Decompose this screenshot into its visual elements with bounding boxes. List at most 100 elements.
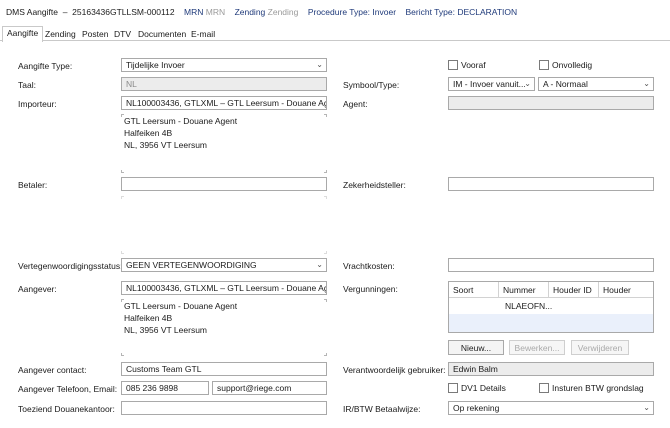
tab-dtv[interactable]: DTV xyxy=(109,27,136,41)
aangever-contact-label: Aangever contact: xyxy=(18,365,87,375)
toeziend-label: Toeziend Douanekantoor: xyxy=(18,404,115,414)
corner-mark xyxy=(324,299,327,302)
agent-field[interactable] xyxy=(448,96,654,110)
vrachtkosten-label: Vrachtkosten: xyxy=(343,261,395,271)
corner-mark xyxy=(121,251,124,254)
irbtw-value: Op rekening xyxy=(453,403,500,413)
address-line: Halfeiken 4B xyxy=(124,128,173,138)
aangever-contact-field[interactable]: Customs Team GTL xyxy=(121,362,327,376)
vooraf-label: Vooraf xyxy=(461,60,486,70)
chevron-down-icon: ⌄ xyxy=(643,403,650,412)
vertegenwoordiging-value: GEEN VERTEGENWOORDIGING xyxy=(126,260,257,270)
corner-mark xyxy=(324,251,327,254)
btw-grondslag-checkbox[interactable] xyxy=(539,383,549,393)
corner-mark xyxy=(324,196,327,199)
aangifte-type-label: Aangifte Type: xyxy=(18,61,73,71)
zekerheidsteller-field[interactable] xyxy=(448,177,654,191)
tab-bar: Aangifte Zending Posten DTV Documenten E… xyxy=(0,25,670,42)
type-select[interactable]: A - Normaal ⌄ xyxy=(538,77,654,91)
table-row[interactable]: NLAEOFN... xyxy=(449,298,653,313)
corner-mark xyxy=(121,196,124,199)
address-line: GTL Leersum - Douane Agent xyxy=(124,301,238,311)
verantwoordelijk-field[interactable]: Edwin Balm xyxy=(448,362,654,376)
mrn-value: MRN xyxy=(205,7,226,17)
bericht-type-value: DECLARATION xyxy=(457,7,518,17)
taal-field[interactable]: NL xyxy=(121,77,327,91)
betaler-address-block xyxy=(121,196,327,254)
taal-label: Taal: xyxy=(18,80,36,90)
telefoon-field[interactable]: 085 236 9898 xyxy=(121,381,209,395)
tab-zending[interactable]: Zending xyxy=(40,27,81,41)
aangever-label: Aangever: xyxy=(18,284,57,294)
importeur-label: Importeur: xyxy=(18,99,57,109)
aangifte-type-value: Tijdelijke Invoer xyxy=(126,60,185,70)
vrachtkosten-field[interactable] xyxy=(448,258,654,272)
chevron-down-icon: ⌄ xyxy=(316,60,323,69)
corner-mark xyxy=(121,299,124,302)
corner-mark xyxy=(121,353,124,356)
chevron-down-icon: ⌄ xyxy=(524,79,531,88)
column-header-nummer[interactable]: Nummer xyxy=(499,282,549,297)
procedure-type-value: Invoer xyxy=(372,7,397,17)
chevron-down-icon: ⌄ xyxy=(316,260,323,269)
symbool-select[interactable]: IM - Invoer vanuit... ⌄ xyxy=(448,77,535,91)
aangever-address-block: GTL Leersum - Douane Agent Halfeiken 4B … xyxy=(121,299,327,356)
corner-mark xyxy=(324,114,327,117)
zending-value: Zending xyxy=(267,7,299,17)
address-line: NL, 3956 VT Leersum xyxy=(124,140,207,150)
tab-email[interactable]: E-mail xyxy=(186,27,220,41)
tab-aangifte[interactable]: Aangifte xyxy=(2,26,44,42)
corner-mark xyxy=(121,114,124,117)
irbtw-select[interactable]: Op rekening ⌄ xyxy=(448,401,654,415)
type-value: A - Normaal xyxy=(543,79,588,89)
betaler-field[interactable] xyxy=(121,177,327,191)
app-title: DMS Aangifte xyxy=(6,7,58,17)
zekerheidsteller-label: Zekerheidsteller: xyxy=(343,180,406,190)
vergunningen-label: Vergunningen: xyxy=(343,284,398,294)
betaler-label: Betaler: xyxy=(18,180,48,190)
btw-grondslag-label: Insturen BTW grondslag xyxy=(552,383,644,393)
column-header-houder[interactable]: Houder xyxy=(599,282,653,297)
toeziend-field[interactable] xyxy=(121,401,327,415)
vooraf-checkbox[interactable] xyxy=(448,60,458,70)
aangever-field[interactable]: NL100003436, GTLXML – GTL Leersum - Doua… xyxy=(121,281,327,295)
vertegenwoordiging-select[interactable]: GEEN VERTEGENWOORDIGING ⌄ xyxy=(121,258,327,272)
symbool-type-label: Symbool/Type: xyxy=(343,80,400,90)
column-header-soort[interactable]: Soort xyxy=(449,282,499,297)
importeur-address-block: GTL Leersum - Douane Agent Halfeiken 4B … xyxy=(121,114,327,173)
dossier-number: 25163436GTLLSM-000112 xyxy=(72,7,175,17)
bericht-type-label: Bericht Type: xyxy=(405,7,455,17)
table-cell: NLAEOFN... xyxy=(505,301,553,311)
dv1-details-checkbox[interactable] xyxy=(448,383,458,393)
nieuw-button[interactable]: Nieuw... xyxy=(448,340,504,355)
dv1-details-label: DV1 Details xyxy=(461,383,506,393)
mrn-label: MRN xyxy=(184,7,204,17)
chevron-down-icon: ⌄ xyxy=(643,79,650,88)
agent-label: Agent: xyxy=(343,99,368,109)
aangifte-type-select[interactable]: Tijdelijke Invoer ⌄ xyxy=(121,58,327,72)
corner-mark xyxy=(121,170,124,173)
vergunningen-grid[interactable]: Soort Nummer Houder ID Houder NLAEOFN... xyxy=(448,281,654,333)
address-line: Halfeiken 4B xyxy=(124,313,173,323)
telefoon-email-label: Aangever Telefoon, Email: xyxy=(18,384,118,394)
symbool-value: IM - Invoer vanuit... xyxy=(453,79,526,89)
zending-label: Zending xyxy=(234,7,266,17)
corner-mark xyxy=(324,170,327,173)
irbtw-label: IR/BTW Betaalwijze: xyxy=(343,404,421,414)
importeur-field[interactable]: NL100003436, GTLXML – GTL Leersum - Doua… xyxy=(121,96,327,110)
bewerken-button[interactable]: Bewerken... xyxy=(509,340,565,355)
verwijderen-button[interactable]: Verwijderen xyxy=(571,340,629,355)
procedure-type-label: Procedure Type: xyxy=(307,7,371,17)
verantwoordelijk-label: Verantwoordelijk gebruiker: xyxy=(343,365,446,375)
onvolledig-label: Onvolledig xyxy=(552,60,593,70)
address-line: GTL Leersum - Douane Agent xyxy=(124,116,238,126)
address-line: NL, 3956 VT Leersum xyxy=(124,325,207,335)
tab-documenten[interactable]: Documenten xyxy=(133,27,191,41)
table-empty-row xyxy=(449,314,653,332)
tab-posten[interactable]: Posten xyxy=(77,27,113,41)
email-field[interactable]: support@riege.com xyxy=(212,381,327,395)
column-header-houder-id[interactable]: Houder ID xyxy=(549,282,599,297)
header-bar: DMS Aangifte – 25163436GTLLSM-000112 MRN… xyxy=(6,7,518,17)
corner-mark xyxy=(324,353,327,356)
onvolledig-checkbox[interactable] xyxy=(539,60,549,70)
